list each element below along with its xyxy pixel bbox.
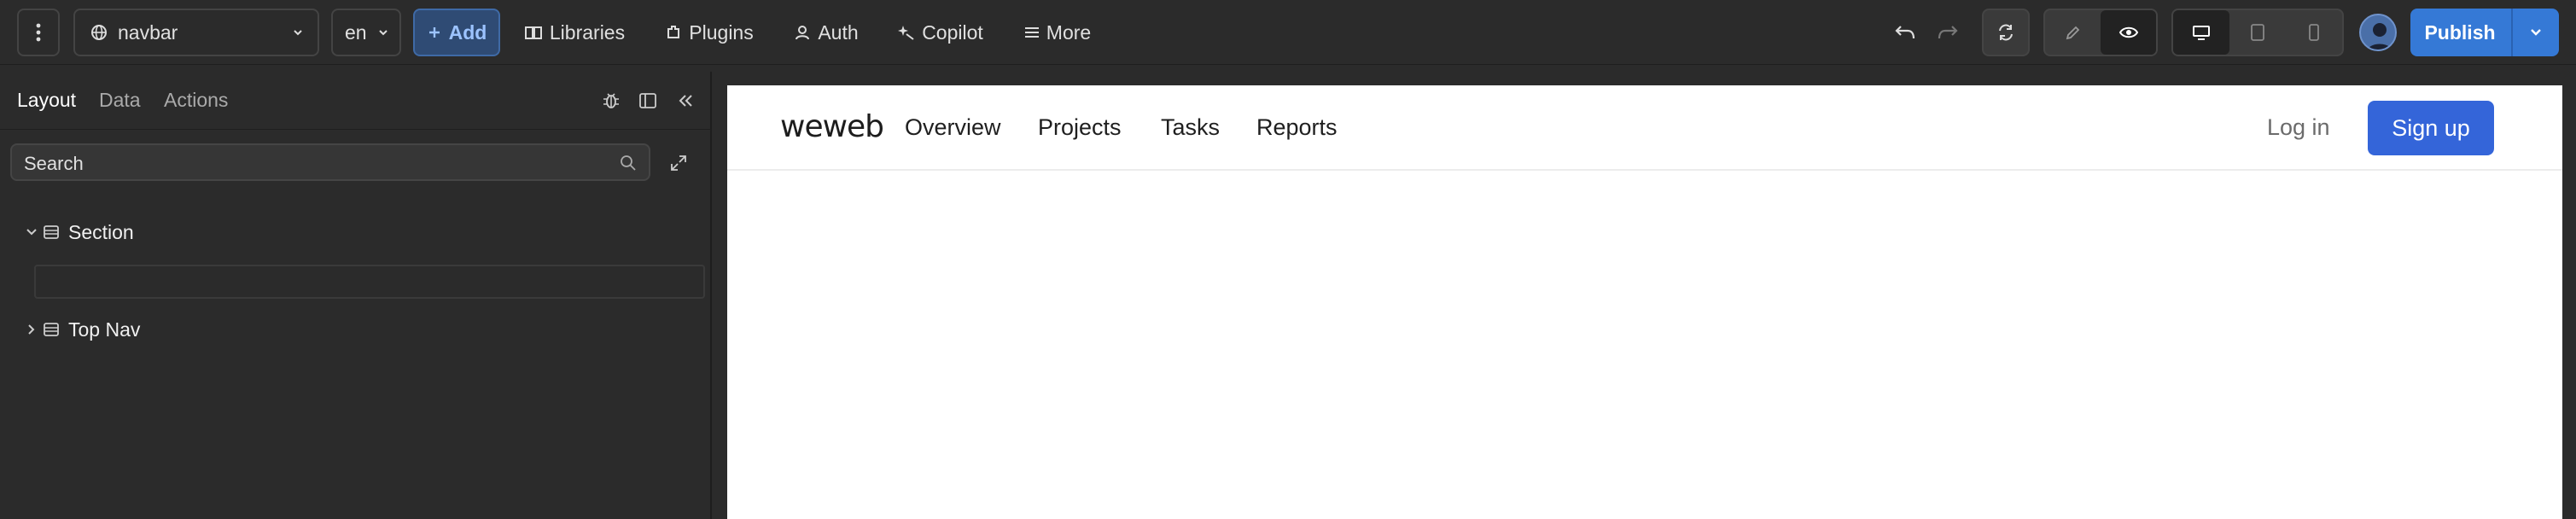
plugins-label: Plugins	[689, 20, 754, 44]
book-icon	[524, 24, 543, 41]
chevron-down-icon	[2529, 28, 2543, 37]
signup-label: Sign up	[2392, 114, 2470, 141]
tab-data[interactable]: Data	[99, 89, 141, 112]
libraries-button[interactable]: Libraries	[519, 9, 630, 56]
language-label: en	[345, 20, 367, 44]
canvas-area: weweb Overview Projects Tasks Reports Lo…	[714, 72, 2576, 519]
refresh-button[interactable]	[1982, 9, 2030, 56]
tablet-icon	[2250, 23, 2265, 42]
top-toolbar: navbar en Add Libraries Plugins Auth Cop…	[0, 0, 2576, 65]
expand-icon[interactable]	[669, 154, 688, 172]
collapse-panel-icon[interactable]	[676, 92, 695, 109]
chevron-down-icon	[377, 28, 389, 37]
desktop-view-button[interactable]	[2173, 10, 2229, 55]
plugins-button[interactable]: Plugins	[659, 9, 760, 56]
chevron-right-icon[interactable]	[26, 324, 38, 335]
menu-icon	[1024, 26, 1040, 39]
page-canvas[interactable]: weweb Overview Projects Tasks Reports Lo…	[727, 85, 2562, 519]
pencil-icon	[2065, 24, 2082, 41]
top-nav[interactable]: weweb Overview Projects Tasks Reports Lo…	[727, 85, 2562, 171]
tree-item-label: Top Nav	[68, 318, 141, 341]
nav-link-overview[interactable]: Overview	[905, 114, 1001, 141]
section-icon	[43, 321, 60, 338]
copilot-label: Copilot	[922, 20, 983, 44]
signup-button[interactable]: Sign up	[2368, 101, 2494, 155]
plugin-icon	[665, 24, 682, 41]
search-input[interactable]: Search	[24, 153, 84, 175]
desktop-icon	[2192, 24, 2211, 41]
tablet-view-button[interactable]	[2229, 10, 2286, 55]
chevron-down-icon	[292, 28, 304, 37]
auth-label: Auth	[818, 20, 859, 44]
undo-button[interactable]	[1888, 9, 1922, 56]
device-toggle	[2171, 9, 2344, 56]
auth-button[interactable]: Auth	[789, 9, 864, 56]
page-selector-label: navbar	[118, 20, 178, 44]
nav-link-tasks[interactable]: Tasks	[1161, 114, 1220, 141]
add-button-label: Add	[448, 20, 487, 44]
chevron-down-icon[interactable]	[26, 227, 38, 237]
plus-icon	[427, 25, 442, 40]
panel-tabs: Layout Data Actions	[0, 72, 712, 130]
empty-drop-zone[interactable]	[34, 265, 705, 299]
logo[interactable]: weweb	[780, 109, 884, 144]
nav-link-reports[interactable]: Reports	[1256, 114, 1338, 141]
more-label: More	[1046, 20, 1092, 44]
add-button[interactable]: Add	[413, 9, 500, 56]
vertical-dots-icon	[36, 23, 41, 42]
nav-link-projects[interactable]: Projects	[1038, 114, 1122, 141]
edit-preview-toggle	[2043, 9, 2158, 56]
tree-item-section[interactable]: Section	[0, 215, 712, 249]
redo-button[interactable]	[1931, 9, 1965, 56]
preview-mode-button[interactable]	[2101, 10, 2156, 55]
kebab-menu-button[interactable]	[17, 9, 60, 56]
publish-label: Publish	[2424, 20, 2496, 44]
edit-mode-button[interactable]	[2045, 10, 2101, 55]
sparkle-icon	[898, 24, 915, 41]
section-icon	[43, 224, 60, 241]
more-button[interactable]: More	[1019, 9, 1096, 56]
language-selector[interactable]: en	[331, 9, 401, 56]
tab-layout[interactable]: Layout	[17, 89, 76, 112]
libraries-label: Libraries	[549, 20, 626, 44]
tree-item-top-nav[interactable]: Top Nav	[0, 312, 712, 347]
layout-panel: Layout Data Actions Search Section Top N…	[0, 72, 712, 519]
refresh-icon	[1996, 23, 2015, 42]
search-field[interactable]: Search	[10, 143, 650, 181]
redo-icon	[1937, 23, 1959, 42]
tab-actions[interactable]: Actions	[164, 89, 228, 112]
mobile-icon	[2308, 23, 2320, 42]
globe-icon	[90, 24, 108, 41]
mobile-view-button[interactable]	[2286, 10, 2342, 55]
sidebar-panel-icon[interactable]	[638, 92, 657, 109]
user-icon	[794, 24, 811, 41]
avatar[interactable]	[2359, 14, 2397, 51]
undo-icon	[1894, 23, 1916, 42]
login-link[interactable]: Log in	[2267, 114, 2330, 141]
eye-icon	[2118, 25, 2139, 40]
page-selector[interactable]: navbar	[73, 9, 319, 56]
publish-options-button[interactable]	[2511, 9, 2559, 56]
bug-icon[interactable]	[601, 90, 621, 111]
tree-item-label: Section	[68, 220, 134, 243]
copilot-button[interactable]: Copilot	[893, 9, 988, 56]
search-icon	[620, 155, 637, 172]
